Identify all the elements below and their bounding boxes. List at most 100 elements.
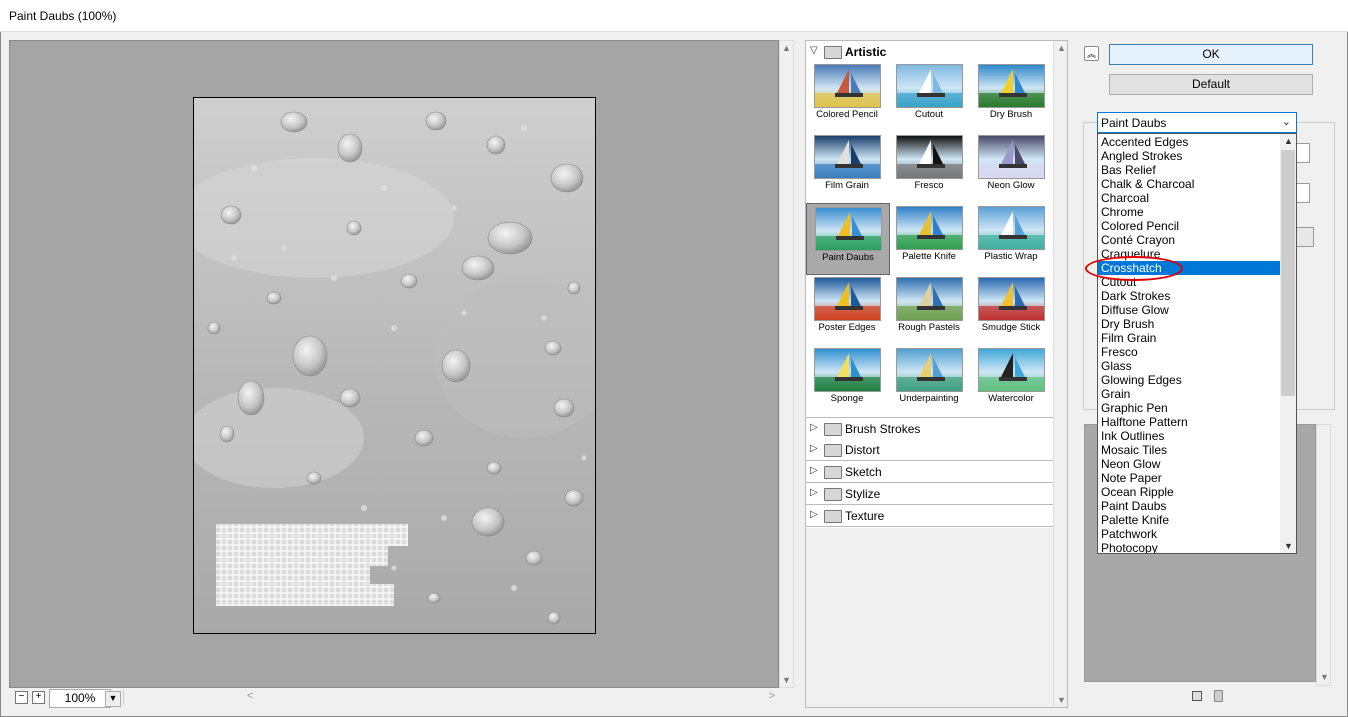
scroll-down-icon[interactable]: ▼ (1057, 695, 1066, 705)
scroll-left-icon[interactable]: < (247, 690, 253, 702)
dropdown-option[interactable]: Graphic Pen (1098, 401, 1283, 415)
zoom-in-button[interactable]: + (32, 691, 45, 704)
dropdown-option[interactable]: Conté Crayon (1098, 233, 1283, 247)
collapsed-triangle-icon[interactable]: ▷ (810, 465, 818, 476)
dropdown-option[interactable]: Charcoal (1098, 191, 1283, 205)
dropdown-option[interactable]: Diffuse Glow (1098, 303, 1283, 317)
thumbnail-smudge-stick[interactable]: Smudge Stick (970, 274, 1052, 344)
category-label: Brush Strokes (845, 422, 921, 436)
layers-scrollbar[interactable]: ▼ (1316, 424, 1331, 686)
dropdown-option[interactable]: Palette Knife (1098, 513, 1283, 527)
scroll-up-icon[interactable]: ▲ (1057, 43, 1066, 53)
thumbnail-image (896, 64, 963, 108)
dropdown-option[interactable]: Ink Outlines (1098, 429, 1283, 443)
chevron-down-icon[interactable]: ⌄ (1282, 115, 1291, 128)
sailboat-icon (897, 211, 962, 249)
scroll-down-icon[interactable]: ▼ (782, 675, 791, 685)
dropdown-option[interactable]: Neon Glow (1098, 457, 1283, 471)
category-distort[interactable]: ▷ Distort (806, 439, 1053, 461)
sharpness-field[interactable] (1296, 183, 1310, 203)
dropdown-option[interactable]: Bas Relief (1098, 163, 1283, 177)
thumbnail-fresco[interactable]: Fresco (888, 132, 970, 202)
preview-horizontal-scrollbar[interactable]: < > (123, 690, 779, 705)
zoom-out-button[interactable]: − (15, 691, 28, 704)
thumbnail-film-grain[interactable]: Film Grain (806, 132, 888, 202)
dropdown-scrollbar[interactable]: ▲ ▼ (1280, 134, 1296, 553)
ok-button[interactable]: OK (1109, 44, 1313, 65)
brush-type-select[interactable] (1296, 227, 1314, 247)
category-stylize[interactable]: ▷ Stylize (806, 483, 1053, 505)
scroll-thumb[interactable] (1281, 150, 1295, 396)
dropdown-option[interactable]: Dry Brush (1098, 317, 1283, 331)
sailboat-icon (979, 282, 1044, 320)
scroll-up-icon[interactable]: ▲ (782, 43, 791, 53)
thumbnail-label: Colored Pencil (816, 109, 878, 120)
category-artistic[interactable]: ▽ Artistic (806, 41, 1053, 62)
thumbnail-paint-daubs[interactable]: Paint Daubs (806, 203, 890, 275)
collapse-gallery-icon[interactable]: ︽ (1084, 46, 1099, 61)
brush-size-field[interactable] (1296, 143, 1310, 163)
sailboat-icon (979, 140, 1044, 178)
scroll-up-icon[interactable]: ▲ (1284, 136, 1293, 146)
dropdown-option[interactable]: Angled Strokes (1098, 149, 1283, 163)
category-label: Stylize (845, 487, 881, 501)
dropdown-option[interactable]: Accented Edges (1098, 135, 1283, 149)
dropdown-option[interactable]: Dark Strokes (1098, 289, 1283, 303)
dropdown-option[interactable]: Glass (1098, 359, 1283, 373)
expanded-triangle-icon[interactable]: ▽ (810, 45, 818, 56)
dropdown-option[interactable]: Ocean Ripple (1098, 485, 1283, 499)
category-texture[interactable]: ▷ Texture (806, 505, 1053, 527)
dropdown-option[interactable]: Halftone Pattern (1098, 415, 1283, 429)
dropdown-option[interactable]: Film Grain (1098, 331, 1283, 345)
dropdown-option[interactable]: Chrome (1098, 205, 1283, 219)
thumbnail-plastic-wrap[interactable]: Plastic Wrap (970, 203, 1052, 273)
zoom-dropdown-icon[interactable]: ▼ (105, 691, 121, 707)
dropdown-option[interactable]: Patchwork (1098, 527, 1283, 541)
thumbnail-label: Dry Brush (989, 109, 1033, 120)
filter-select[interactable]: Paint Daubs ⌄ (1097, 112, 1297, 133)
dropdown-option[interactable]: Colored Pencil (1098, 219, 1283, 233)
dropdown-option[interactable]: Grain (1098, 387, 1283, 401)
collapsed-triangle-icon[interactable]: ▷ (810, 422, 818, 433)
dropdown-option[interactable]: Mosaic Tiles (1098, 443, 1283, 457)
thumbnail-label: Palette Knife (902, 251, 956, 262)
collapsed-triangle-icon[interactable]: ▷ (810, 443, 818, 454)
thumbnail-label: Paint Daubs (822, 252, 874, 263)
thumbnail-dry-brush[interactable]: Dry Brush (970, 61, 1052, 131)
thumbnail-underpainting[interactable]: Underpainting (888, 345, 970, 415)
dropdown-option[interactable]: Note Paper (1098, 471, 1283, 485)
collapsed-triangle-icon[interactable]: ▷ (810, 487, 818, 498)
preview-vertical-scrollbar[interactable]: ▲ ▼ (779, 40, 794, 688)
thumbnail-label: Film Grain (825, 180, 869, 191)
scroll-down-icon[interactable]: ▼ (1320, 672, 1329, 682)
category-sketch[interactable]: ▷ Sketch (806, 461, 1053, 483)
new-effect-layer-icon[interactable] (1192, 691, 1202, 701)
category-brush-strokes[interactable]: ▷ Brush Strokes (806, 417, 1053, 440)
collapsed-triangle-icon[interactable]: ▷ (810, 509, 818, 520)
thumbnail-neon-glow[interactable]: Neon Glow (970, 132, 1052, 202)
scroll-right-icon[interactable]: > (769, 690, 775, 702)
thumbnail-colored-pencil[interactable]: Colored Pencil (806, 61, 888, 131)
thumbnail-palette-knife[interactable]: Palette Knife (888, 203, 970, 273)
folder-icon (824, 46, 842, 59)
dropdown-option[interactable]: Paint Daubs (1098, 499, 1283, 513)
thumbnail-poster-edges[interactable]: Poster Edges (806, 274, 888, 344)
dropdown-option[interactable]: Chalk & Charcoal (1098, 177, 1283, 191)
thumbnail-sponge[interactable]: Sponge (806, 345, 888, 415)
zoom-level-field[interactable]: 100% (49, 689, 111, 708)
dropdown-option[interactable]: Fresco (1098, 345, 1283, 359)
gallery-empty-area (806, 528, 1053, 707)
dropdown-option[interactable]: Glowing Edges (1098, 373, 1283, 387)
default-button[interactable]: Default (1109, 74, 1313, 95)
thumbnail-rough-pastels[interactable]: Rough Pastels (888, 274, 970, 344)
dropdown-option[interactable]: Photocopy (1098, 541, 1283, 553)
filter-dropdown-list[interactable]: Accented Edges Angled Strokes Bas Relief Ch… (1097, 133, 1297, 554)
gallery-scrollbar[interactable]: ▲ ▼ (1053, 41, 1067, 707)
thumbnail-image (896, 206, 963, 250)
scroll-down-icon[interactable]: ▼ (1284, 541, 1293, 551)
thumbnail-image (978, 206, 1045, 250)
delete-effect-layer-icon[interactable] (1214, 690, 1223, 702)
thumbnail-watercolor[interactable]: Watercolor (970, 345, 1052, 415)
thumbnail-cutout[interactable]: Cutout (888, 61, 970, 131)
category-label: Texture (845, 509, 885, 523)
